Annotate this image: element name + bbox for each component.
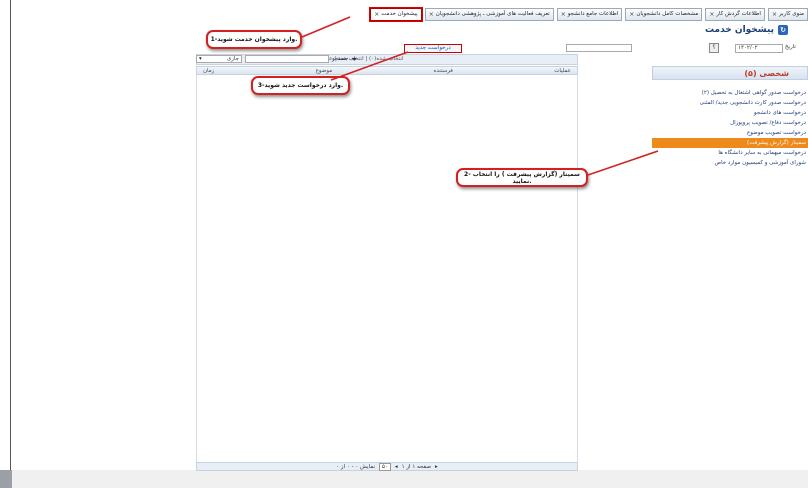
sidebar-item-guest[interactable]: درخواست میهمانی به سایر دانشگاه ها [652, 148, 808, 158]
prev-page-icon[interactable]: ◂ [395, 464, 398, 470]
next-page-icon[interactable]: ▸ [435, 464, 438, 470]
taskbar [0, 470, 808, 488]
grid-header: زمان موضوع فرستنده عملیات [196, 66, 578, 75]
close-icon[interactable]: × [561, 10, 566, 19]
chevron-down-icon: ▾ [199, 56, 202, 62]
grid-body [196, 75, 578, 463]
tab-label: تعریف فعالیت های آموزشی ـ پژوهشی دانشجوی… [435, 11, 550, 17]
page-title: پیشخوان خدمت ↻ [705, 25, 788, 35]
sidebar-item-enrollment-cert[interactable]: درخواست صدور گواهی اشتغال به تحصیل (۲) [652, 88, 808, 98]
tab-user-menu[interactable]: × منوی کاربر [767, 8, 808, 21]
date-field[interactable]: ۱۴۰۲/۰۲ [735, 44, 783, 53]
column-actions[interactable]: عملیات [554, 68, 571, 74]
page-indicator: صفحه ۱ از ۱ [401, 463, 431, 470]
page-size-select[interactable]: ۵۰ [378, 462, 391, 471]
tab-label: مشخصات کامل دانشجویان [636, 11, 699, 17]
pager: نمایش ۰ - ۰ از ۰ ۵۰ ◂ صفحه ۱ از ۱ ▸ [196, 462, 578, 471]
close-icon[interactable]: × [772, 10, 777, 19]
filter-icon[interactable]: ⏷ [351, 55, 357, 65]
pager-show-label: نمایش ۰ - ۰ از ۰ [336, 463, 375, 470]
sidebar-item-defense[interactable]: درخواست دفاع/ تصویب پروپوزال [652, 118, 808, 128]
close-icon[interactable]: × [374, 10, 379, 19]
callout-step1: 1-وارد پیشخوان خدمت شوید. [206, 30, 302, 49]
new-request-button[interactable]: درخواست جدید [404, 44, 462, 53]
sidebar-list: درخواست صدور گواهی اشتغال به تحصیل (۲) د… [652, 88, 808, 168]
sidebar-item-topic-approval[interactable]: درخواست تصویب موضوع [652, 128, 808, 138]
tab-workflow-info[interactable]: × اطلاعات گردش کار [705, 8, 765, 21]
date-label: تاریخ [785, 44, 796, 50]
refresh-icon[interactable]: ↻ [778, 25, 788, 35]
tab-label: منوی کاربر [778, 11, 804, 17]
search-label: جستجو [332, 56, 349, 62]
tab-label: اطلاعات جامع دانشجو [567, 11, 619, 17]
callout-step2: 2- سمینار (گزارش پیشرفت ) را انتخاب نمای… [456, 168, 588, 187]
sidebar-item-student-requests[interactable]: درخواست های دانشجو [652, 108, 808, 118]
sidebar-item-seminar[interactable]: سمینار (گزارش پیشرفت) [652, 138, 808, 148]
tab-student-details[interactable]: × مشخصات کامل دانشجویان [625, 8, 703, 21]
tab-label: پیشخوان خدمت [381, 11, 418, 17]
page-title-text: پیشخوان خدمت [704, 25, 774, 35]
close-icon[interactable]: × [429, 10, 434, 19]
tab-service-desk[interactable]: × پیشخوان خدمت [369, 7, 423, 22]
taskbar-edge [0, 470, 12, 488]
close-icon[interactable]: × [629, 10, 634, 19]
callout-step3: 3-وارد درخواست جدید شوید. [251, 76, 350, 95]
tab-activities[interactable]: × تعریف فعالیت های آموزشی ـ پژوهشی دانشجو… [424, 8, 554, 21]
help-icon[interactable]: ؟ [709, 43, 719, 53]
column-sender[interactable]: فرستنده [434, 68, 453, 74]
sidebar-title[interactable]: شخصی (۵) [652, 66, 808, 80]
sidebar-item-council[interactable]: شورای آموزشی و کمیسیون موارد خاص [652, 158, 808, 168]
column-time[interactable]: زمان [203, 68, 214, 74]
tab-bar: × منوی کاربر × اطلاعات گردش کار × مشخصات کا… [344, 7, 808, 22]
status-value: جاری [226, 56, 239, 62]
tab-student-info[interactable]: × اطلاعات جامع دانشجو [556, 8, 623, 21]
tab-label: اطلاعات گردش کار [716, 11, 761, 17]
column-subject[interactable]: موضوع [316, 68, 333, 74]
status-select[interactable]: ▾ جاری [196, 55, 242, 63]
search-input[interactable] [245, 55, 329, 63]
close-icon[interactable]: × [709, 10, 714, 19]
sidebar-item-student-card[interactable]: درخواست صدور کارت دانشجویی جدید/ المثنی [652, 98, 808, 108]
secondary-field[interactable] [566, 44, 632, 52]
